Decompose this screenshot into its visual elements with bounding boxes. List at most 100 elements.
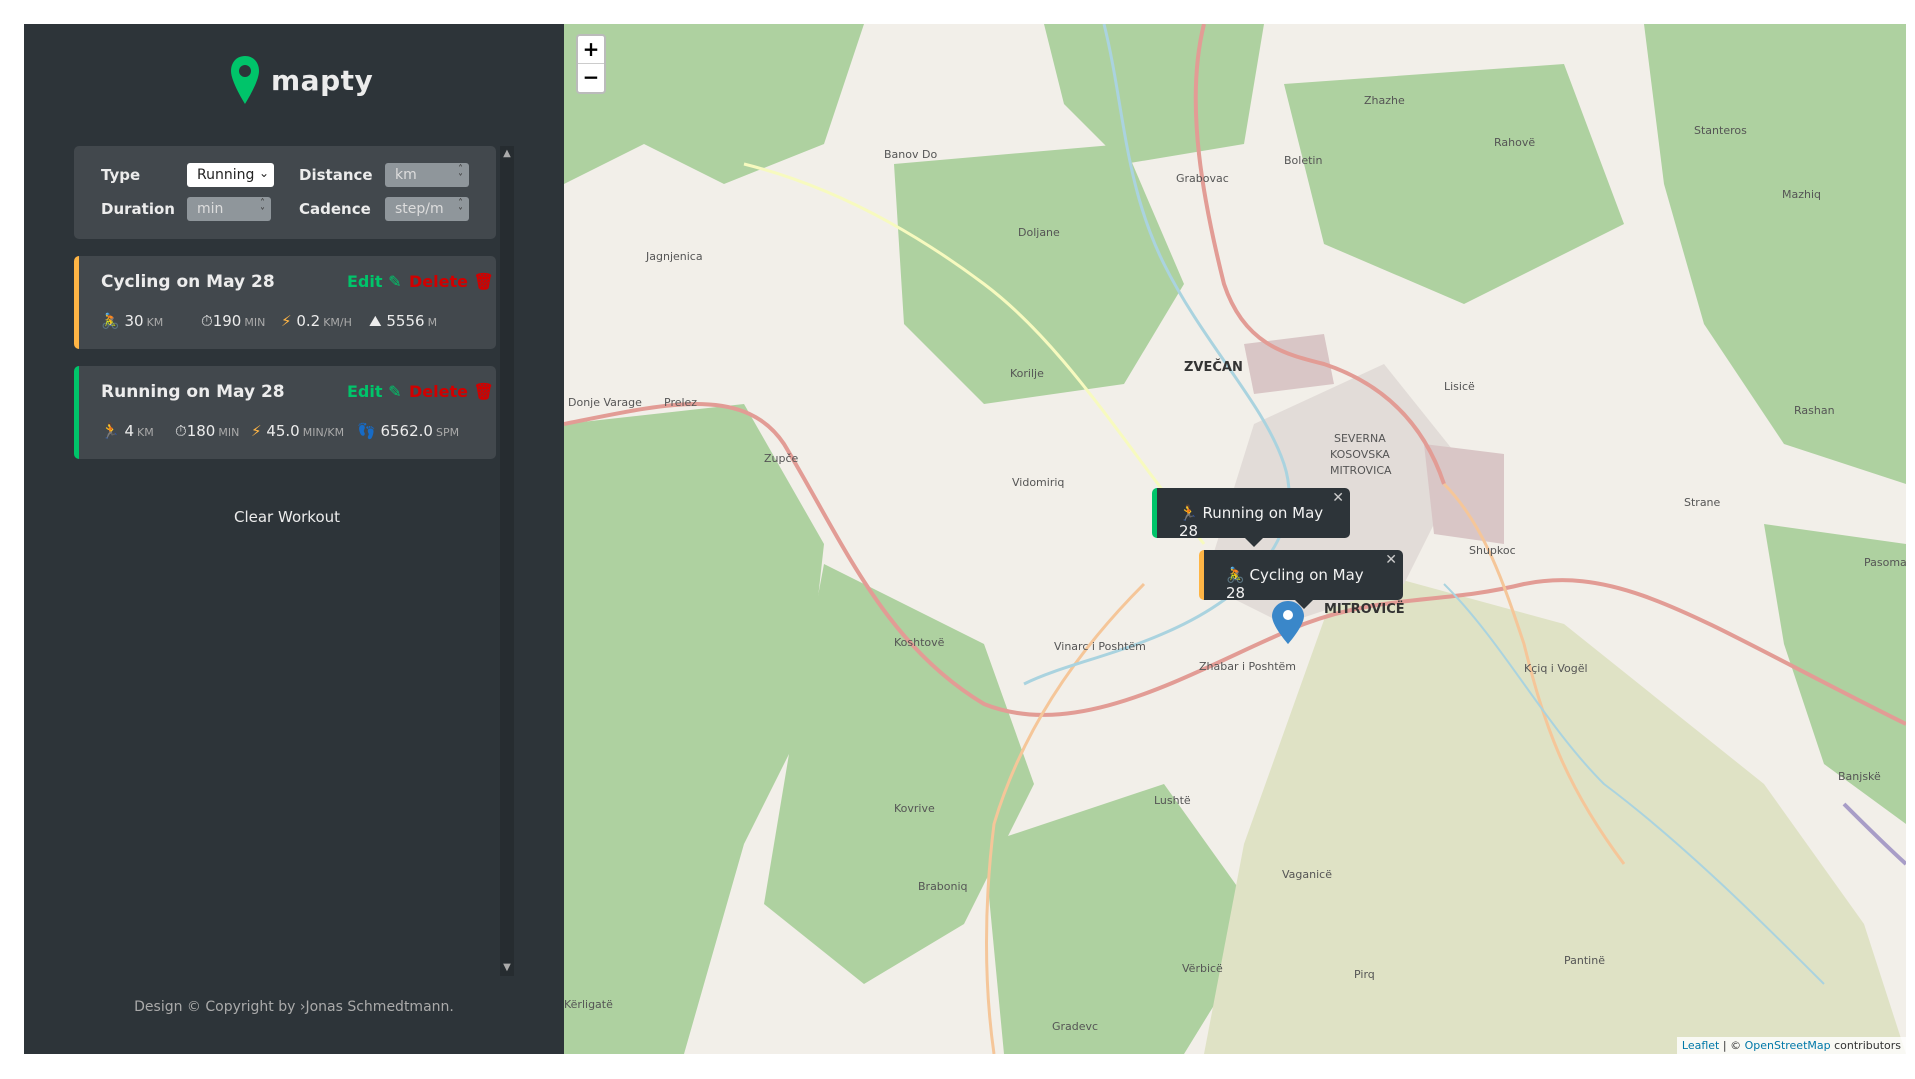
stopwatch-icon: ⏱ [201, 312, 213, 330]
distance-value: 4 [124, 422, 135, 440]
map[interactable]: ZVEČAN MITROVICË SEVERNA KOSOVSKA MITROV… [564, 24, 1906, 1054]
distance-stat: 🚴 30 KM [101, 312, 163, 330]
map-label: Pirq [1354, 968, 1375, 981]
map-label: Korilje [1010, 367, 1044, 380]
zoom-in-button[interactable]: + [578, 36, 604, 64]
workout-title: Cycling on May 28 [101, 272, 275, 292]
speed-value: 0.2 [296, 312, 321, 330]
bike-icon: 🚴 [1226, 566, 1245, 584]
bike-icon: 🚴 [101, 312, 120, 330]
mountain-icon: ⛰ [369, 312, 382, 330]
elevation-stat: ⛰ 5556 M [369, 312, 437, 330]
leaflet-link[interactable]: Leaflet [1682, 1039, 1719, 1052]
map-pin-icon [231, 56, 259, 104]
stopwatch-icon: ⏱ [175, 422, 187, 440]
map-label: Strane [1684, 496, 1721, 509]
duration-value: 190 [212, 312, 242, 330]
type-select[interactable]: Running ⌄ [187, 163, 274, 187]
duration-value: 180 [186, 422, 216, 440]
workout-card-cycling[interactable]: Cycling on May 28 Edit ✎ Delete 🗑 🚴 30 KM… [74, 256, 496, 349]
scroll-up-icon[interactable]: ▲ [502, 148, 512, 160]
zoom-control: + − [576, 34, 606, 94]
duration-placeholder: min [197, 201, 224, 217]
map-label: Boletin [1284, 154, 1323, 167]
delete-button[interactable]: Delete 🗑 [409, 272, 494, 291]
map-label: Rashan [1794, 404, 1835, 417]
duration-unit: MIN [218, 426, 240, 439]
attribution-separator: | © [1719, 1039, 1745, 1052]
map-label: Prelez [664, 396, 698, 409]
osm-link[interactable]: OpenStreetMap [1745, 1039, 1831, 1052]
zoom-out-button[interactable]: − [578, 64, 604, 92]
map-label: Shupkoc [1469, 544, 1516, 557]
scroll-down-icon[interactable]: ▼ [502, 962, 512, 974]
distance-unit: KM [137, 426, 154, 439]
pace-value: 45.0 [266, 422, 300, 440]
map-label: Pasoma [1864, 556, 1906, 569]
pace-unit: MIN/KM [302, 426, 345, 439]
cadence-unit: SPM [435, 426, 460, 439]
close-icon[interactable]: ✕ [1332, 490, 1344, 506]
cadence-stat: 👣 6562.0 SPM [357, 422, 459, 440]
elevation-unit: M [427, 316, 438, 329]
spinner-icon[interactable]: ˄ ˅ [458, 199, 463, 218]
workout-form: Type Running ⌄ Distance km ˄ ˅ Duration m… [74, 146, 496, 239]
chevron-down-icon: ⌄ [258, 166, 269, 180]
map-label: Kovrive [894, 802, 935, 815]
runner-icon: 🏃 [101, 422, 120, 440]
edit-button[interactable]: Edit ✎ [347, 272, 402, 291]
map-label: MITROVICA [1330, 464, 1392, 477]
map-label: Donje Varage [568, 396, 642, 409]
map-label: MITROVICË [1324, 602, 1405, 617]
workout-popup-running[interactable]: 🏃 Running on May 28 ✕ [1152, 488, 1350, 547]
map-label: Grabovac [1176, 172, 1229, 185]
cadence-value: 6562.0 [380, 422, 433, 440]
workout-list[interactable]: Type Running ⌄ Distance km ˄ ˅ Duration m… [74, 146, 514, 976]
map-label: ZVEČAN [1184, 360, 1243, 375]
trash-icon: 🗑 [473, 382, 494, 401]
map-label: Vaganicë [1282, 868, 1332, 881]
elevation-value: 5556 [386, 312, 425, 330]
workout-card-running[interactable]: Running on May 28 Edit ✎ Delete 🗑 🏃 4 KM … [74, 366, 496, 459]
map-label: Banjskë [1838, 770, 1881, 783]
delete-label: Delete [409, 272, 468, 291]
type-label: Type [101, 166, 141, 184]
cadence-placeholder: step/m [395, 201, 444, 217]
distance-label: Distance [299, 166, 373, 184]
map-label: Koshtovë [894, 636, 945, 649]
scrollbar[interactable]: ▲ ▼ [500, 146, 514, 976]
map-label: KOSOVSKA [1330, 448, 1390, 461]
delete-button[interactable]: Delete 🗑 [409, 382, 494, 401]
map-label: Zupče [764, 452, 799, 465]
popup-text: Running on May 28 [1179, 504, 1324, 540]
duration-input[interactable]: min ˄ ˅ [187, 197, 271, 221]
spinner-icon[interactable]: ˄ ˅ [458, 165, 463, 184]
pace-stat: ⚡ 45.0 MIN/KM [251, 422, 344, 440]
distance-input[interactable]: km ˄ ˅ [385, 163, 469, 187]
footprint-icon: 👣 [357, 422, 376, 440]
duration-label: Duration [101, 200, 175, 218]
duration-stat: ⏱190 MIN [201, 312, 265, 330]
clear-workout-button[interactable]: Clear Workout [234, 508, 340, 526]
app-name: mapty [271, 63, 374, 97]
lightning-icon: ⚡ [281, 312, 292, 330]
distance-value: 30 [124, 312, 144, 330]
edit-button[interactable]: Edit ✎ [347, 382, 402, 401]
map-label: Mazhiq [1782, 188, 1822, 201]
close-icon[interactable]: ✕ [1385, 552, 1397, 568]
map-label: Vinarc i Poshtëm [1054, 640, 1146, 653]
map-label: Doljane [1018, 226, 1060, 239]
map-label: Kçiq i Vogël [1524, 662, 1588, 675]
workout-popup-cycling[interactable]: 🚴 Cycling on May 28 ✕ [1199, 550, 1403, 609]
sidebar: mapty Type Running ⌄ Distance km ˄ ˅ Dura… [24, 24, 564, 1054]
cadence-input[interactable]: step/m ˄ ˅ [385, 197, 469, 221]
map-label: Kërligatë [564, 998, 613, 1011]
edit-icon: ✎ [388, 272, 402, 291]
map-label: SEVERNA [1334, 432, 1386, 445]
duration-unit: MIN [244, 316, 266, 329]
spinner-icon[interactable]: ˄ ˅ [260, 199, 265, 218]
popup-text: Cycling on May 28 [1226, 566, 1364, 602]
map-label: Lushtë [1154, 794, 1191, 807]
map-label: Zhazhe [1364, 94, 1405, 107]
copyright-footer: Design © Copyright by ›Jonas Schmedtmann… [134, 999, 454, 1015]
